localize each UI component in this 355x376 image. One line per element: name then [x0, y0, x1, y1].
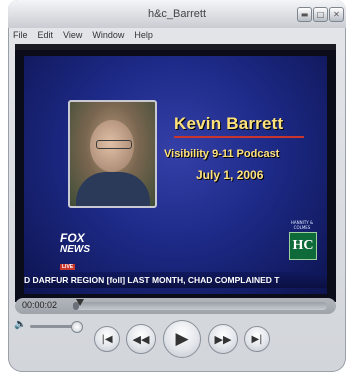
next-button[interactable]: ▶|	[244, 326, 270, 352]
volume-control: 🔈	[14, 319, 84, 333]
volume-slider[interactable]	[30, 321, 83, 333]
window-title: h&c_Barrett	[147, 8, 207, 20]
media-player-window: h&c_Barrett ▬ □ ✕ File Edit View Window …	[8, 0, 346, 372]
time-bar: 00:00:02	[15, 298, 336, 314]
skip-forward-icon: ▶|	[251, 333, 263, 345]
rewind-icon: ◀◀	[132, 332, 150, 346]
news-ticker: D DARFUR REGION [foll] LAST MONTH, CHAD …	[24, 272, 327, 288]
play-button[interactable]: ▶	[163, 320, 201, 358]
speaker-icon: 🔈	[14, 319, 27, 330]
broadcast-date: July 1, 2006	[196, 168, 264, 182]
fast-forward-icon: ▶▶	[214, 332, 232, 346]
time-display: 00:00:02	[22, 300, 58, 310]
video-content: Kevin Barrett Visibility 9-11 Podcast Ju…	[24, 56, 327, 294]
minimize-button[interactable]: ▬	[297, 7, 312, 22]
hannity-colmes-logo: HANNITY & COLMES HC	[289, 220, 317, 260]
volume-knob[interactable]	[71, 321, 83, 333]
title-bar[interactable]: h&c_Barrett ▬ □ ✕	[8, 0, 346, 28]
playhead-icon[interactable]	[76, 299, 84, 306]
maximize-button[interactable]: □	[313, 7, 328, 22]
previous-button[interactable]: |◀	[94, 326, 120, 352]
close-icon: ✕	[333, 10, 340, 19]
maximize-icon: □	[316, 10, 325, 19]
minimize-icon: ▬	[300, 10, 309, 19]
video-frame[interactable]: Kevin Barrett Visibility 9-11 Podcast Ju…	[15, 44, 336, 302]
progress-slider[interactable]	[73, 299, 327, 310]
close-button[interactable]: ✕	[329, 7, 344, 22]
play-icon: ▶	[175, 329, 189, 349]
rewind-button[interactable]: ◀◀	[126, 324, 156, 354]
name-underline	[174, 136, 304, 138]
podcast-title: Visibility 9-11 Podcast	[164, 148, 280, 160]
skip-back-icon: |◀	[101, 333, 113, 345]
fox-news-logo: FOX NEWS LIVE	[60, 231, 90, 270]
guest-name: Kevin Barrett	[174, 114, 284, 133]
fast-forward-button[interactable]: ▶▶	[208, 324, 238, 354]
